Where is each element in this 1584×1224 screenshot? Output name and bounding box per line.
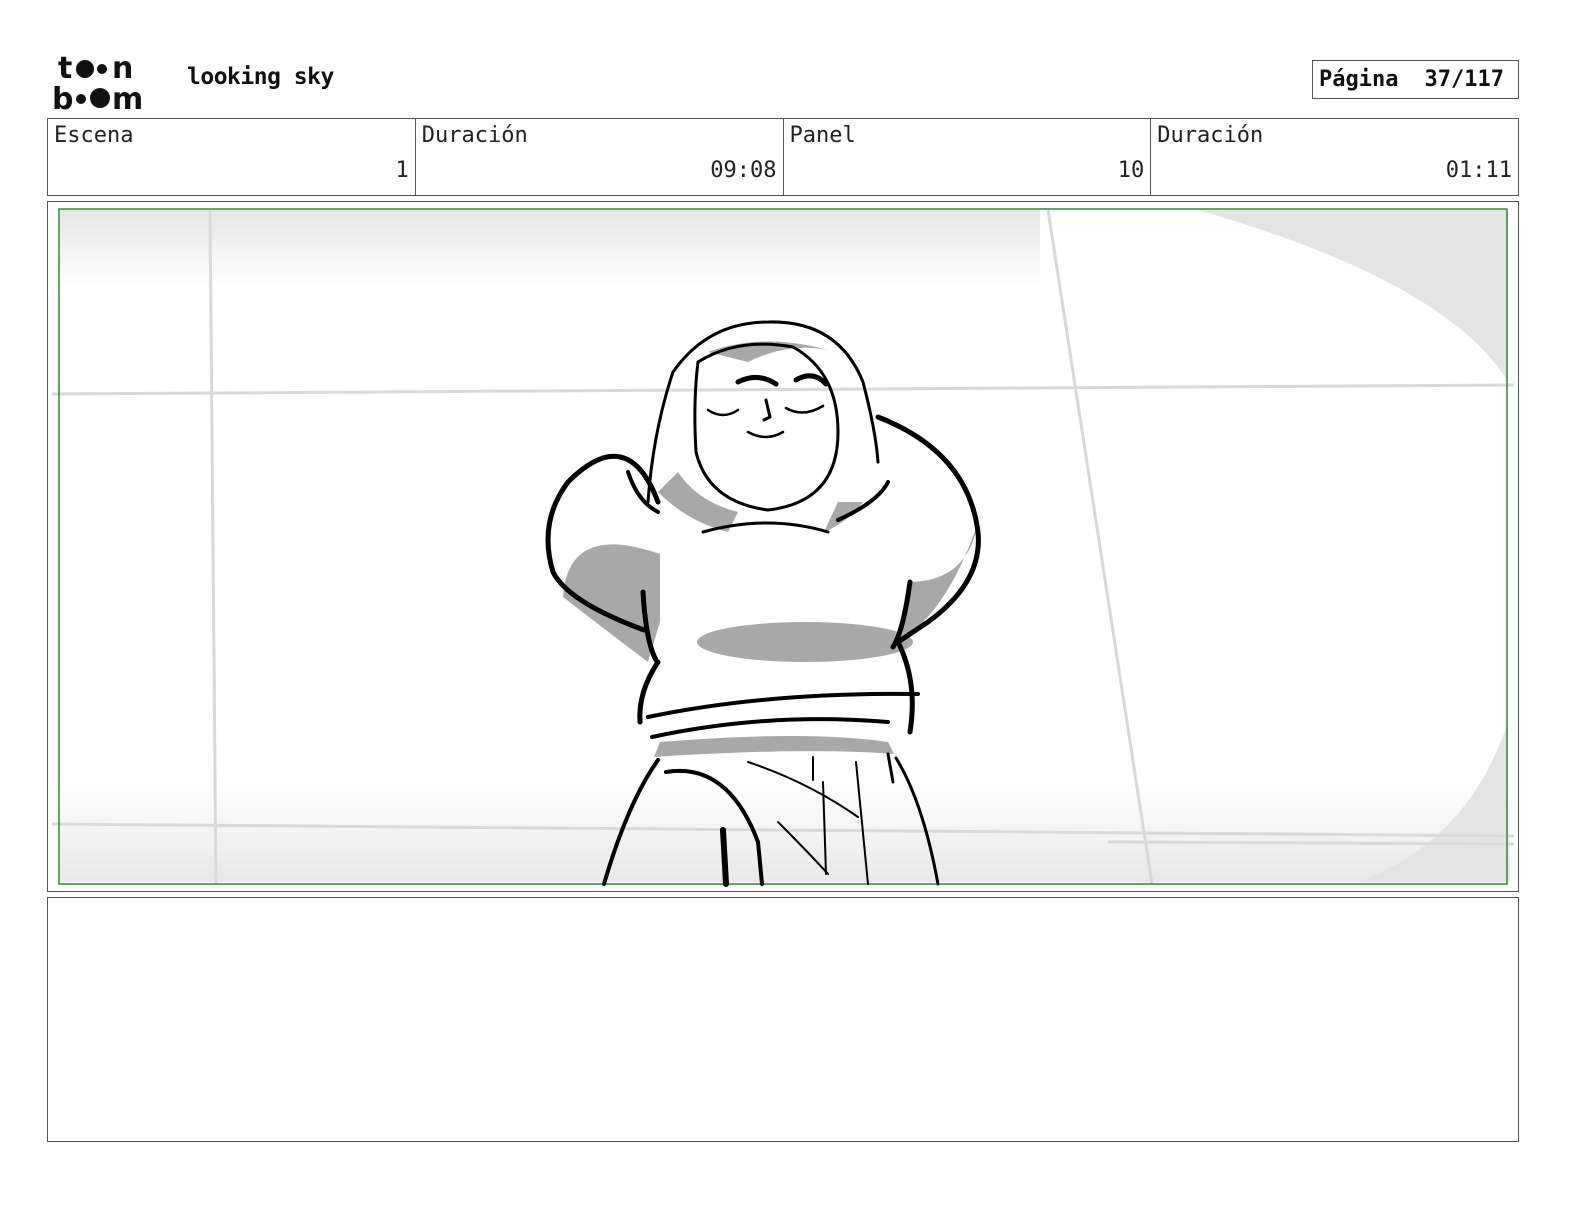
panel-notes-area [47,897,1519,1142]
page-value: 37/117 [1424,67,1504,92]
svg-text:b: b [52,82,73,112]
corner-shade-top [1198,210,1508,382]
svg-text:t: t [58,51,72,86]
panel-value: 10 [1117,158,1145,183]
page-indicator: Página 37/117 [1312,60,1519,99]
scene-duration-label: Duración [421,123,528,148]
sky-shade-bottom [60,782,1510,882]
page-label: Página [1319,67,1399,92]
toon-boom-logo-icon: t n b m [52,51,143,112]
storyboard-drawing [51,208,1515,887]
scene-cell: Escena 1 [48,119,416,195]
scene-label: Escena [54,123,134,148]
panel-info-row: Escena 1 Duración 09:08 Panel 10 Duració… [47,118,1519,196]
sky-shade-top [60,210,1040,290]
scene-duration-cell: Duración 09:08 [416,119,784,195]
svg-text:n: n [112,51,133,86]
panel-duration-cell: Duración 01:11 [1151,119,1518,195]
storyboard-title: looking sky [187,64,334,90]
scene-value: 1 [395,158,409,183]
svg-text:m: m [112,82,143,112]
panel-duration-label: Duración [1157,123,1264,148]
scene-duration-value: 09:08 [710,158,777,183]
panel-duration-value: 01:11 [1445,158,1512,183]
panel-cell: Panel 10 [784,119,1152,195]
panel-image-frame [47,201,1519,892]
panel-label: Panel [789,123,856,148]
